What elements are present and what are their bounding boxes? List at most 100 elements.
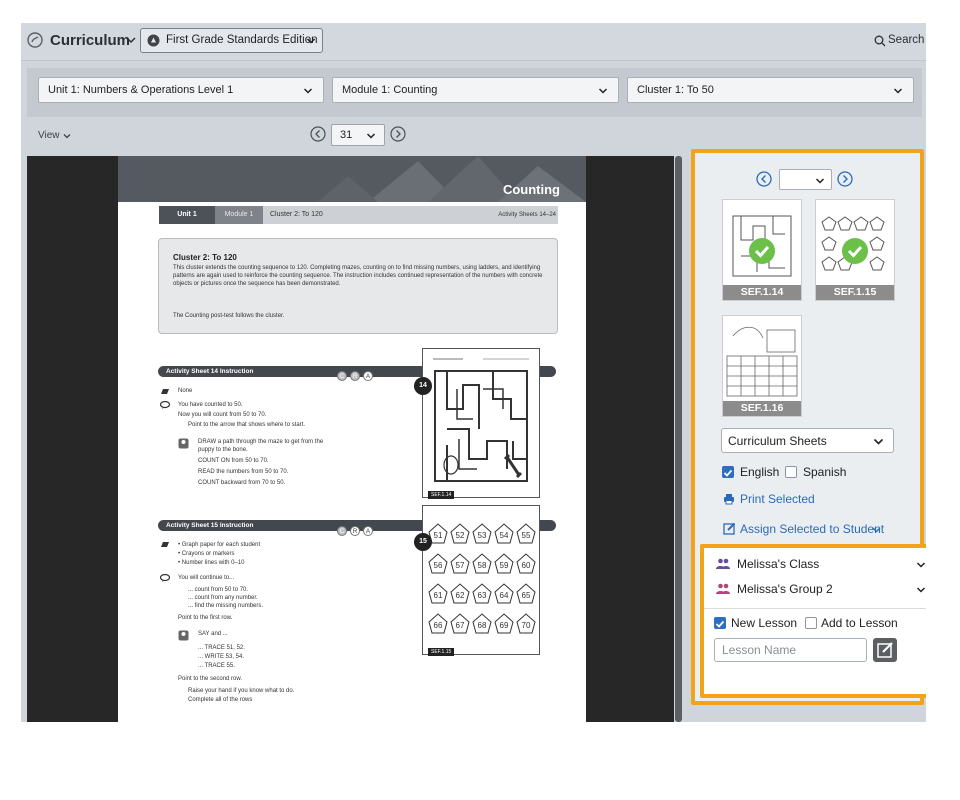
pentagon-number: 58 (478, 561, 487, 570)
page-banner: Counting (118, 156, 586, 202)
new-lesson-label: New Lesson (731, 616, 798, 630)
curriculum-title[interactable]: Curriculum (50, 32, 130, 49)
speech-icon (160, 401, 170, 409)
breadcrumb-cluster: Cluster 2: To 120 (270, 211, 323, 218)
add-to-lesson-label: Add to Lesson (821, 616, 898, 630)
activity-15-title: Activity Sheet 15 Instruction (166, 522, 254, 529)
divider (704, 608, 926, 609)
chevron-down-icon[interactable] (872, 525, 881, 534)
group-icon (716, 558, 730, 569)
pentagon-number: 60 (522, 561, 531, 570)
sheet-type-select[interactable]: Curriculum Sheets (721, 428, 894, 453)
cluster-summary-title: Cluster 2: To 120 (173, 253, 237, 262)
pentagon-number: 66 (434, 621, 443, 630)
pentagon-number: 68 (478, 621, 487, 630)
pentagon-number: 63 (478, 591, 487, 600)
worksheet-15-number: 15 (414, 533, 432, 551)
pentagon-number: 61 (434, 591, 443, 600)
edit-icon (877, 642, 893, 658)
activity-15-material: • Graph paper for each student (178, 542, 261, 548)
thumbnail-sef-1-16[interactable]: SEF.1.16 (722, 315, 802, 417)
activity-14-line: Now you will count from 50 to 70. (178, 412, 267, 418)
chevron-down-icon (366, 133, 376, 139)
chevron-down-icon (815, 178, 825, 184)
pentagon-number: 69 (500, 621, 509, 630)
thumbnail-label: SEF.1.14 (723, 285, 801, 300)
english-label: English (740, 465, 780, 479)
printer-icon[interactable] (723, 493, 735, 505)
print-selected-link[interactable]: Print Selected (740, 492, 815, 506)
pentagon-number: 57 (456, 561, 465, 570)
group-dropdown[interactable]: Melissa's Group 2 (716, 579, 926, 599)
unit-select[interactable]: Unit 1: Numbers & Operations Level 1 (38, 77, 324, 103)
edition-icon (147, 34, 160, 47)
previous-page-icon[interactable] (756, 171, 772, 187)
class-label: Melissa's Class (737, 557, 820, 571)
lesson-name-input[interactable] (714, 638, 867, 662)
search-icon[interactable] (874, 35, 886, 47)
previous-page-icon[interactable] (310, 126, 326, 142)
new-lesson-checkbox[interactable] (714, 617, 726, 629)
group-label: Melissa's Group 2 (737, 582, 833, 596)
activity-14-line: puppy to the bone. (198, 447, 248, 453)
panel-page-select[interactable] (779, 169, 832, 190)
pentagon-number: 54 (500, 531, 509, 540)
activity-15-line: ... TRACE 51, 52. (198, 645, 245, 651)
activity-14-line: COUNT ON from 50 to 70. (198, 458, 269, 464)
cra-c-badge: C (337, 526, 347, 536)
check-icon (715, 620, 725, 628)
chevron-down-icon (916, 562, 926, 568)
cra-r-badge: R (350, 371, 360, 381)
assign-selected-link[interactable]: Assign Selected to Student (740, 522, 884, 536)
thumbnail-label: SEF.1.15 (816, 285, 894, 300)
pentagon-number: 59 (500, 561, 509, 570)
page-number-value: 31 (340, 129, 353, 141)
search-button[interactable]: Search (888, 34, 924, 46)
student-action-icon (178, 438, 189, 449)
english-checkbox[interactable] (722, 466, 734, 478)
thumbnail-sef-1-14[interactable]: SEF.1.14 (722, 199, 802, 301)
activity-14-line: COUNT backward from 70 to 50. (198, 480, 286, 486)
activity-15-line: ... find the missing numbers. (188, 603, 264, 609)
cluster-summary-footer: The Counting post-test follows the clust… (173, 313, 285, 319)
pentagon-number: 53 (478, 531, 487, 540)
cluster-summary: Cluster 2: To 120 This cluster extends t… (158, 238, 558, 334)
chevron-down-icon (598, 88, 608, 94)
document-viewer[interactable]: Counting Unit 1 Module 1 Cluster 2: To 1… (27, 156, 674, 722)
cra-a-badge: A (363, 371, 373, 381)
activity-15-line: Point to the second row. (178, 676, 243, 682)
next-page-icon[interactable] (390, 126, 406, 142)
activity-15-material: • Crayons or markers (178, 551, 235, 557)
pentagon-number: 52 (456, 531, 465, 540)
pentagon-number: 70 (522, 621, 531, 630)
edit-icon[interactable] (723, 522, 736, 535)
thumbnail-label: SEF.1.16 (723, 401, 801, 416)
breadcrumb-sheets: Activity Sheets 14–24 (498, 212, 556, 218)
view-menu[interactable]: View (38, 130, 60, 141)
speech-icon (160, 574, 170, 582)
cra-c-badge: C (337, 371, 347, 381)
thumbnail-sef-1-15[interactable]: SEF.1.15 (815, 199, 895, 301)
page-number-select[interactable]: 31 (331, 124, 385, 146)
cluster-select[interactable]: Cluster 1: To 50 (627, 77, 914, 103)
chevron-down-icon (306, 38, 316, 44)
edition-dropdown[interactable]: First Grade Standards Edition (140, 28, 323, 53)
spanish-checkbox[interactable] (785, 466, 797, 478)
pentagon-number: 56 (434, 561, 443, 570)
class-dropdown[interactable]: Melissa's Class (716, 554, 926, 574)
lesson-edit-button[interactable] (873, 638, 897, 662)
next-page-icon[interactable] (837, 171, 853, 187)
pentagon-number: 67 (456, 621, 465, 630)
chevron-down-icon[interactable] (125, 34, 137, 46)
selected-check-icon (749, 238, 775, 264)
worksheet-14-number: 14 (414, 377, 432, 395)
worksheet-14-preview (422, 348, 540, 498)
selected-check-icon (842, 238, 868, 264)
chevron-down-icon (893, 88, 903, 94)
add-to-lesson-checkbox[interactable] (805, 617, 817, 629)
chevron-down-icon[interactable] (63, 132, 71, 140)
activity-14-line: READ the numbers from 50 to 70. (198, 469, 289, 475)
viewer-scrollbar[interactable] (675, 156, 682, 722)
module-select[interactable]: Module 1: Counting (332, 77, 619, 103)
check-icon (723, 469, 733, 477)
